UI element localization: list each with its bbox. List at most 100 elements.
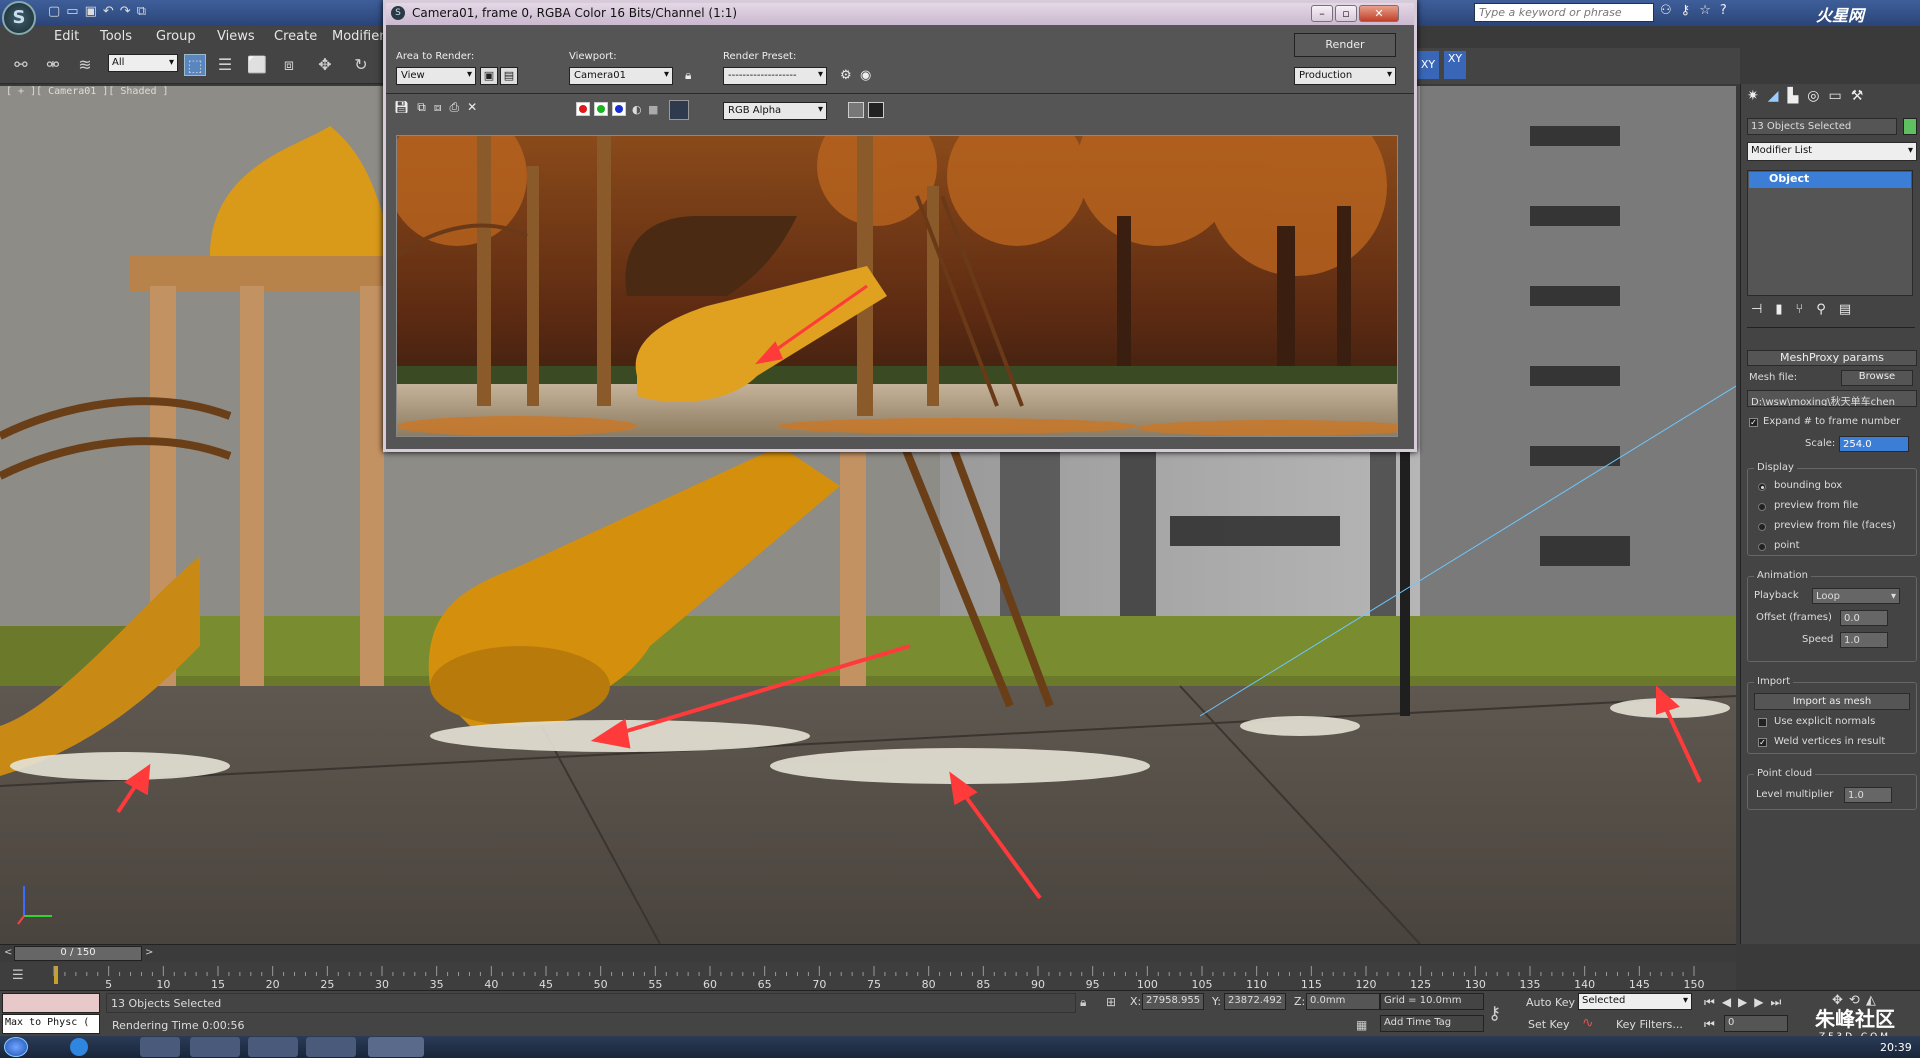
copy-image-icon[interactable]: ⧉ xyxy=(417,100,434,114)
radio-preview-faces[interactable] xyxy=(1758,523,1766,531)
browser-icon[interactable] xyxy=(70,1038,88,1056)
make-unique-icon[interactable]: ⑂ xyxy=(1795,302,1816,317)
unlink-icon[interactable]: ⚮ xyxy=(42,54,64,76)
print-icon[interactable]: ⎙ xyxy=(449,100,467,114)
next-frame-icon[interactable]: > xyxy=(145,947,153,958)
absolute-mode-icon[interactable]: ⊞ xyxy=(1106,995,1116,1009)
mesh-path-field[interactable]: D:\wsw\moxing\秋天单车chen xyxy=(1747,390,1917,407)
axis-xy-button[interactable]: XY xyxy=(1417,51,1439,79)
toggle-ui-icon[interactable] xyxy=(868,102,884,118)
y-coordinate-field[interactable]: 23872.492 xyxy=(1224,993,1286,1010)
show-end-result-icon[interactable]: ▮ xyxy=(1775,302,1795,317)
track-bar[interactable]: ☰ 5 10 15 20 25 30 35 40 45 50 55 60 65 70 75 80 85 90 95 1… xyxy=(0,962,1736,990)
move-icon[interactable]: ✥ xyxy=(314,54,336,76)
menu-modifiers[interactable]: Modifier xyxy=(332,29,385,44)
time-slider[interactable]: < 0 / 150 > xyxy=(0,944,1736,962)
window-crossing-icon[interactable]: ⧈ xyxy=(278,54,300,76)
pin-stack-icon[interactable]: ⊣ xyxy=(1751,302,1775,317)
offset-spinner[interactable]: 0.0 xyxy=(1840,610,1888,626)
weld-vertices-checkbox[interactable]: ✓ xyxy=(1758,738,1767,747)
explicit-normals-checkbox[interactable] xyxy=(1758,718,1767,727)
configure-sets-icon[interactable]: ▤ xyxy=(1839,302,1864,317)
viewport-dropdown[interactable]: Camera01 xyxy=(569,67,673,85)
tab-modify-icon[interactable]: ◢ xyxy=(1768,88,1788,104)
goto-end-icon[interactable]: ⏭ xyxy=(1771,995,1789,1009)
key-icon[interactable]: ⚷ xyxy=(1681,3,1700,18)
green-channel-toggle[interactable] xyxy=(594,102,608,116)
new-file-icon[interactable]: ▢ xyxy=(48,4,66,19)
add-time-tag-button[interactable]: Add Time Tag xyxy=(1380,1015,1484,1032)
area-to-render-dropdown[interactable]: View xyxy=(396,67,476,85)
render-preset-dropdown[interactable]: ------------------- xyxy=(723,67,827,85)
taskbar-app-5[interactable] xyxy=(368,1037,424,1057)
mono-icon[interactable]: ■ xyxy=(648,103,658,116)
minimize-button[interactable]: – xyxy=(1311,5,1333,22)
menu-tools[interactable]: Tools xyxy=(100,29,132,44)
key-mode-icon[interactable]: ⚷ xyxy=(1488,1003,1501,1024)
meshproxy-rollout-header[interactable]: MeshProxy params xyxy=(1747,350,1917,366)
taskbar-app-explorer[interactable] xyxy=(190,1037,240,1057)
tab-motion-icon[interactable]: ◎ xyxy=(1807,88,1828,104)
axis-xy-snap-button[interactable]: XY xyxy=(1444,51,1466,79)
clone-window-icon[interactable]: ⧈ xyxy=(434,100,450,114)
red-channel-toggle[interactable] xyxy=(576,102,590,116)
radio-bounding-box[interactable] xyxy=(1758,483,1766,491)
viewport-label[interactable]: [ + ][ Camera01 ][ Shaded ] xyxy=(6,86,169,97)
z-coordinate-field[interactable]: 0.0mm xyxy=(1306,993,1380,1010)
key-filters-button[interactable]: Key Filters... xyxy=(1616,1018,1683,1031)
star-icon[interactable]: ☆ xyxy=(1699,3,1720,18)
time-slider-thumb[interactable]: 0 / 150 xyxy=(14,946,142,961)
tab-hierarchy-icon[interactable]: ▙ xyxy=(1788,88,1808,104)
tab-utilities-icon[interactable]: ⚒ xyxy=(1851,88,1873,104)
level-multiplier-spinner[interactable]: 1.0 xyxy=(1844,787,1892,803)
menu-edit[interactable]: Edit xyxy=(54,29,79,44)
selection-filter-dropdown[interactable]: All ▾ xyxy=(108,54,178,72)
selection-lock-icon[interactable]: 🔒︎ xyxy=(1080,995,1086,1010)
set-key-curve-icon[interactable]: ∿ xyxy=(1582,1015,1594,1031)
set-key-button[interactable]: Set Key xyxy=(1528,1018,1570,1031)
playback-dropdown[interactable]: Loop ▾ xyxy=(1812,588,1900,604)
current-frame-field[interactable]: 0 xyxy=(1724,1015,1788,1032)
auto-key-dropdown[interactable]: Selected ▾ xyxy=(1578,993,1692,1010)
app-logo-icon[interactable]: S xyxy=(2,1,36,35)
save-image-icon[interactable]: 💾︎ xyxy=(394,100,417,114)
redo-icon[interactable]: ↷ xyxy=(120,4,137,19)
taskbar-app-4[interactable] xyxy=(306,1037,356,1057)
tab-display-icon[interactable]: ▭ xyxy=(1829,88,1851,104)
browse-button[interactable]: Browse xyxy=(1841,370,1913,386)
auto-key-button[interactable]: Auto Key xyxy=(1526,996,1575,1009)
menu-views[interactable]: Views xyxy=(217,29,255,44)
environment-icon[interactable]: ◉ xyxy=(860,68,871,83)
speed-spinner[interactable]: 1.0 xyxy=(1840,632,1888,648)
channel-display-dropdown[interactable]: RGB Alpha xyxy=(723,102,827,120)
time-tag-icon[interactable]: ▦ xyxy=(1356,1018,1367,1032)
search-input[interactable]: Type a keyword or phrase xyxy=(1474,3,1654,22)
lock-icon[interactable]: 🔒︎ xyxy=(685,68,691,83)
project-icon[interactable]: ⧉ xyxy=(137,4,152,19)
key-mode-toggle-icon[interactable]: ⏮ xyxy=(1704,1017,1715,1032)
radio-point[interactable] xyxy=(1758,543,1766,551)
clear-icon[interactable]: ✕ xyxy=(467,100,485,114)
open-file-icon[interactable]: ▭ xyxy=(66,4,84,19)
maxscript-listener-white[interactable]: Max to Physc ( xyxy=(2,1014,100,1034)
binoculars-icon[interactable]: ⚇ xyxy=(1660,3,1681,18)
remove-modifier-icon[interactable]: ⚲ xyxy=(1816,302,1839,317)
scale-spinner[interactable]: 254.0 xyxy=(1839,436,1909,452)
render-mode-dropdown[interactable]: Production xyxy=(1294,67,1396,85)
auto-region-icon[interactable]: ▤ xyxy=(500,67,518,85)
next-key-icon[interactable]: ▶ xyxy=(1754,995,1770,1009)
rectangular-selection-icon[interactable]: ⬜ xyxy=(246,54,268,76)
modifier-list-dropdown[interactable]: Modifier List ▾ xyxy=(1747,142,1917,161)
link-icon[interactable]: ⚯ xyxy=(10,54,32,76)
radio-preview-file[interactable] xyxy=(1758,503,1766,511)
goto-start-icon[interactable]: ⏮ xyxy=(1704,995,1722,1009)
menu-group[interactable]: Group xyxy=(156,29,196,44)
menu-create[interactable]: Create xyxy=(274,29,317,44)
close-button[interactable]: ✕ xyxy=(1359,5,1399,22)
maxscript-listener-pink[interactable] xyxy=(2,993,100,1013)
tab-create-icon[interactable]: ✷ xyxy=(1747,88,1768,104)
render-button[interactable]: Render xyxy=(1294,33,1396,57)
alpha-icon[interactable]: ◐ xyxy=(632,103,642,116)
x-coordinate-field[interactable]: 27958.955 xyxy=(1142,993,1204,1010)
help-icon[interactable]: ? xyxy=(1720,3,1736,18)
